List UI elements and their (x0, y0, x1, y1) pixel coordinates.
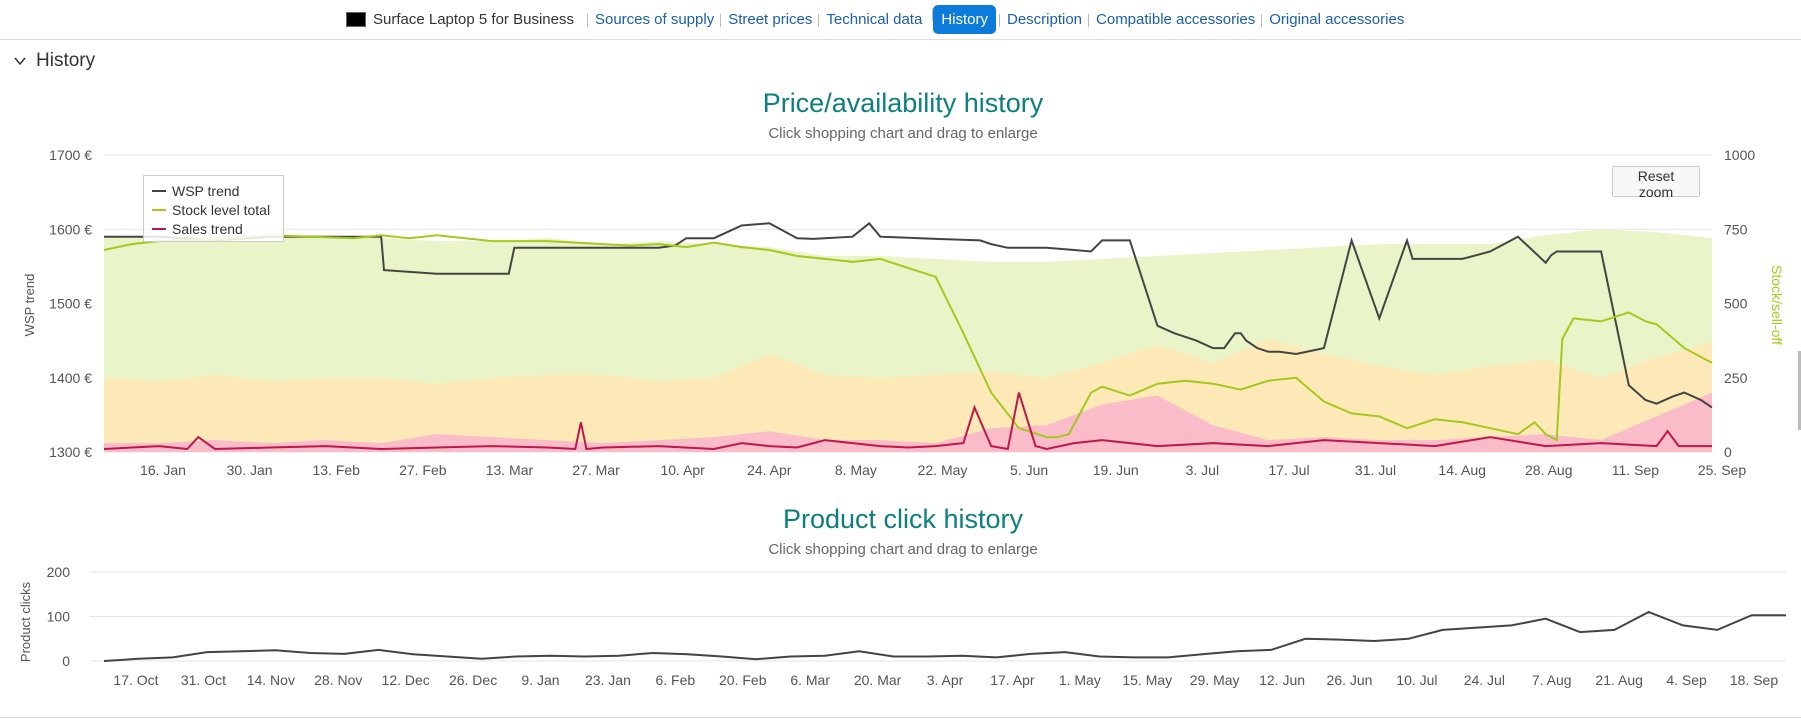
y2-tick-label: 750 (1724, 221, 1748, 237)
legend-swatch-stock (152, 208, 166, 211)
x-tick-label: 28. Nov (314, 672, 362, 688)
legend-label: WSP trend (172, 182, 240, 199)
y-tick-label: 1300 € (49, 444, 92, 460)
x-tick-label: 15. May (1122, 672, 1172, 688)
availability-bands (104, 229, 1712, 452)
clicks-chart-series (103, 610, 1786, 662)
legend-item-sales[interactable]: Sales trend (152, 219, 275, 238)
x-tick-label: 18. Sep (1730, 672, 1778, 688)
x-tick-label: 24. Jul (1464, 672, 1505, 688)
clicks-chart-title: Product click history (783, 504, 1024, 534)
x-tick-label: 3. Apr (927, 672, 964, 688)
divider (0, 717, 1801, 718)
x-tick-label: 26. Dec (449, 672, 497, 688)
y-tick-label: 1500 € (49, 296, 92, 312)
x-tick-label: 16. Jan (140, 462, 186, 478)
x-tick-label: 10. Jul (1396, 672, 1437, 688)
x-tick-label: 29. May (1190, 672, 1240, 688)
price-chart-subtitle: Click shopping chart and drag to enlarge (768, 125, 1037, 142)
legend-item-wsp[interactable]: WSP trend (152, 181, 275, 200)
y2-tick-label: 1000 (1724, 147, 1755, 163)
x-tick-label: 20. Mar (854, 672, 902, 688)
x-tick-label: 27. Mar (572, 462, 620, 478)
legend-swatch-wsp (152, 189, 166, 192)
clicks-chart-y-label: Product clicks (18, 581, 33, 662)
product-clicks-line[interactable] (103, 610, 1786, 662)
y2-tick-label: 0 (1724, 444, 1732, 460)
x-tick-label: 19. Jun (1093, 462, 1139, 478)
x-tick-label: 1. May (1059, 672, 1101, 688)
price-chart-y2-ticks: 0 250 500 750 1000 (1724, 147, 1755, 460)
x-tick-label: 17. Jul (1268, 462, 1309, 478)
legend-label: Stock level total (172, 201, 271, 218)
x-tick-label: 3. Jul (1186, 462, 1219, 478)
x-tick-label: 22. May (918, 462, 968, 478)
x-tick-label: 12. Jun (1259, 672, 1305, 688)
x-tick-label: 26. Jun (1327, 672, 1373, 688)
y-tick-label: 200 (47, 564, 71, 580)
clicks-chart-x-ticks: 17. Oct 31. Oct 14. Nov 28. Nov 12. Dec 26. D… (113, 672, 1778, 688)
y-tick-label: 100 (47, 609, 71, 625)
x-tick-label: 17. Apr (990, 672, 1035, 688)
x-tick-label: 30. Jan (227, 462, 273, 478)
legend-label: Sales trend (172, 220, 243, 237)
x-tick-label: 8. May (835, 462, 877, 478)
clicks-chart-grid (90, 571, 1786, 662)
x-tick-label: 14. Aug (1438, 462, 1486, 478)
y-tick-label: 0 (62, 653, 70, 669)
y-tick-label: 1700 € (49, 147, 92, 163)
x-tick-label: 9. Jan (521, 672, 559, 688)
x-tick-label: 17. Oct (113, 672, 158, 688)
x-tick-label: 13. Mar (486, 462, 534, 478)
x-tick-label: 31. Jul (1355, 462, 1396, 478)
x-tick-label: 20. Feb (719, 672, 767, 688)
price-chart-x-ticks: 16. Jan 30. Jan 13. Feb 27. Feb 13. Mar 27. M… (140, 462, 1746, 478)
charts-canvas[interactable]: Price/availability history Click shoppin… (0, 0, 1801, 719)
x-tick-label: 14. Nov (247, 672, 295, 688)
x-tick-label: 28. Aug (1525, 462, 1573, 478)
price-chart-y-label: WSP trend (22, 274, 37, 337)
price-chart-y-ticks: 1300 € 1400 € 1500 € 1600 € 1700 € (49, 147, 92, 460)
x-tick-label: 27. Feb (399, 462, 447, 478)
y2-tick-label: 250 (1724, 370, 1748, 386)
x-tick-label: 31. Oct (181, 672, 226, 688)
legend-swatch-sales (152, 227, 166, 230)
y-tick-label: 1400 € (49, 370, 92, 386)
x-tick-label: 13. Feb (312, 462, 360, 478)
clicks-chart-subtitle: Click shopping chart and drag to enlarge (768, 541, 1037, 558)
x-tick-label: 5. Jun (1010, 462, 1048, 478)
x-tick-label: 25. Sep (1698, 462, 1746, 478)
y2-tick-label: 500 (1724, 296, 1748, 312)
x-tick-label: 21. Aug (1595, 672, 1643, 688)
x-tick-label: 10. Apr (660, 462, 705, 478)
price-chart-y2-label: Stock/sell-off (1769, 265, 1785, 345)
reset-zoom-button[interactable]: Reset zoom (1612, 166, 1700, 200)
x-tick-label: 6. Mar (790, 672, 830, 688)
x-tick-label: 23. Jan (585, 672, 631, 688)
price-chart-title: Price/availability history (763, 88, 1044, 118)
x-tick-label: 6. Feb (655, 672, 695, 688)
y-tick-label: 1600 € (49, 221, 92, 237)
x-tick-label: 7. Aug (1532, 672, 1572, 688)
x-tick-label: 12. Dec (382, 672, 430, 688)
price-chart-legend: WSP trend Stock level total Sales trend (143, 175, 284, 242)
clicks-chart-y-ticks: 0 100 200 (47, 564, 71, 669)
x-tick-label: 4. Sep (1666, 672, 1707, 688)
legend-item-stock[interactable]: Stock level total (152, 200, 275, 219)
x-tick-label: 24. Apr (747, 462, 792, 478)
x-tick-label: 11. Sep (1612, 462, 1659, 478)
